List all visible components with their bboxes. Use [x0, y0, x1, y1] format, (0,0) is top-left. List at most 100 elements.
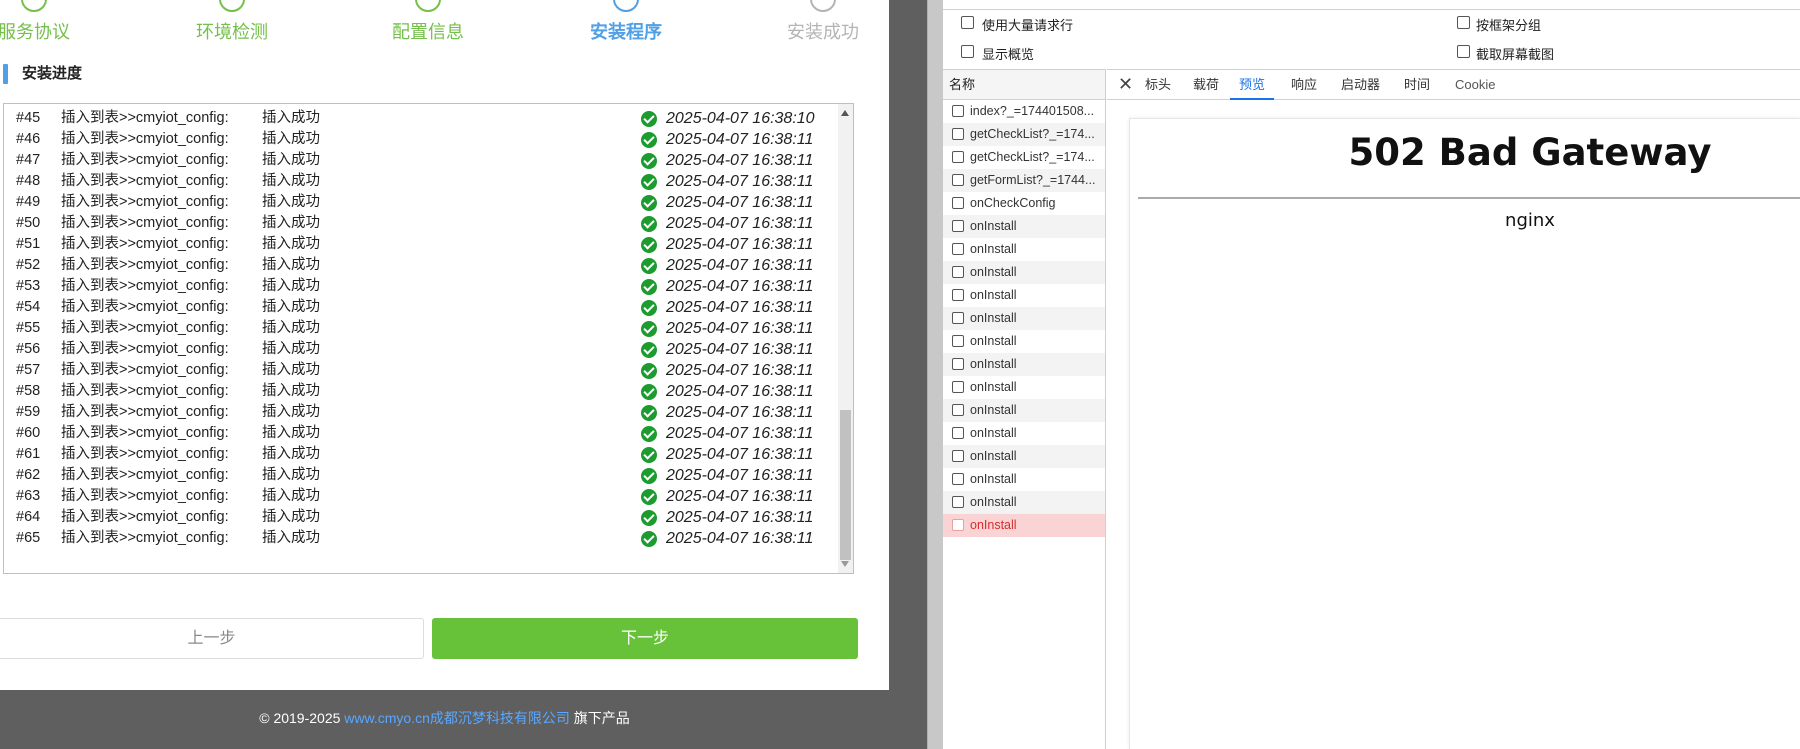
show-overview-label: 显示概览 [982, 47, 1035, 62]
group-by-frame-checkbox[interactable] [1457, 16, 1470, 29]
log-row-message: 插入到表>>cmyiot_config: [61, 110, 229, 126]
request-select-checkbox[interactable] [952, 289, 964, 301]
request-name: onInstall [970, 495, 1017, 509]
group-by-frame-label: 按框架分组 [1476, 18, 1542, 33]
log-row-status: 插入成功 [262, 215, 320, 231]
log-row-message: 插入到表>>cmyiot_config: [61, 488, 229, 504]
request-name: onInstall [970, 380, 1017, 394]
capture-screenshots-label: 截取屏幕截图 [1476, 47, 1555, 62]
request-row[interactable]: getCheckList?_=174... [943, 146, 1105, 169]
log-row: #64 插入到表>>cmyiot_config: 插入成功 2025-04-07 16… [4, 507, 834, 528]
log-row-time: 2025-04-07 16:38:11 [666, 173, 814, 190]
request-select-checkbox[interactable] [952, 197, 964, 209]
close-icon[interactable]: ✕ [1118, 74, 1133, 94]
scroll-down-arrow-icon[interactable] [841, 561, 849, 567]
log-row-time: 2025-04-07 16:38:11 [666, 194, 814, 211]
log-scrollbar[interactable] [838, 104, 853, 573]
request-row[interactable]: onInstall [943, 376, 1105, 399]
request-row[interactable]: onInstall [943, 261, 1105, 284]
success-check-icon [641, 468, 657, 484]
scroll-up-arrow-icon[interactable] [841, 110, 849, 116]
request-select-checkbox[interactable] [952, 128, 964, 140]
name-column-header[interactable]: 名称 [943, 69, 1106, 100]
log-row-number: #60 [16, 425, 41, 441]
tab-initiator[interactable]: 启动器 [1341, 70, 1380, 100]
log-row: #47 插入到表>>cmyiot_config: 插入成功 2025-04-07 16… [4, 150, 834, 171]
request-row[interactable]: onInstall [943, 514, 1105, 537]
request-row[interactable]: onCheckConfig [943, 192, 1105, 215]
devtools-network-panel: 使用大量请求行 显示概览 按框架分组 截取屏幕截图 名称 index?_=174… [943, 0, 1800, 749]
log-row-status: 插入成功 [262, 446, 320, 462]
request-list[interactable]: index?_=174401508... getCheckList?_=174..… [943, 100, 1106, 749]
log-row-status: 插入成功 [262, 362, 320, 378]
next-step-button[interactable]: 下一步 [432, 618, 858, 659]
log-row: #52 插入到表>>cmyiot_config: 插入成功 2025-04-07 16… [4, 255, 834, 276]
log-row-number: #54 [16, 299, 41, 315]
success-check-icon [641, 237, 657, 253]
log-row: #61 插入到表>>cmyiot_config: 插入成功 2025-04-07 16… [4, 444, 834, 465]
install-log[interactable]: #45 插入到表>>cmyiot_config: 插入成功 2025-04-07 16… [3, 103, 854, 574]
request-select-checkbox[interactable] [952, 427, 964, 439]
request-select-checkbox[interactable] [952, 381, 964, 393]
log-row-time: 2025-04-07 16:38:11 [666, 236, 814, 253]
request-select-checkbox[interactable] [952, 220, 964, 232]
request-select-checkbox[interactable] [952, 358, 964, 370]
request-name: onCheckConfig [970, 196, 1056, 210]
tab-preview[interactable]: 预览 [1230, 70, 1275, 100]
request-select-checkbox[interactable] [952, 519, 964, 531]
request-select-checkbox[interactable] [952, 105, 964, 117]
request-select-checkbox[interactable] [952, 404, 964, 416]
column-divider[interactable] [1105, 69, 1106, 749]
step-label: 服务协议 [0, 22, 70, 42]
log-row-time: 2025-04-07 16:38:11 [666, 215, 814, 232]
step-install-program: 安装程序 [590, 0, 662, 44]
log-row-status: 插入成功 [262, 131, 320, 147]
footer-link[interactable]: www.cmyo.cn成都沉梦科技有限公司 [344, 710, 570, 726]
request-select-checkbox[interactable] [952, 266, 964, 278]
request-row[interactable]: onInstall [943, 284, 1105, 307]
tab-cookies[interactable]: Cookie [1455, 70, 1495, 100]
prev-step-button[interactable]: 上一步 [0, 618, 424, 659]
capture-screenshots-checkbox[interactable] [1457, 45, 1470, 58]
request-row[interactable]: onInstall [943, 422, 1105, 445]
request-select-checkbox[interactable] [952, 473, 964, 485]
request-select-checkbox[interactable] [952, 243, 964, 255]
tab-payload[interactable]: 载荷 [1193, 70, 1219, 100]
request-select-checkbox[interactable] [952, 335, 964, 347]
tab-response[interactable]: 响应 [1291, 70, 1317, 100]
log-row-number: #52 [16, 257, 41, 273]
request-row[interactable]: onInstall [943, 468, 1105, 491]
large-rows-checkbox[interactable] [961, 16, 974, 29]
show-overview-checkbox[interactable] [961, 45, 974, 58]
tab-headers[interactable]: 标头 [1145, 70, 1171, 100]
log-row-number: #56 [16, 341, 41, 357]
log-row-message: 插入到表>>cmyiot_config: [61, 194, 229, 210]
log-row-number: #49 [16, 194, 41, 210]
request-row[interactable]: getFormList?_=1744... [943, 169, 1105, 192]
request-select-checkbox[interactable] [952, 151, 964, 163]
request-row[interactable]: index?_=174401508... [943, 100, 1105, 123]
request-row[interactable]: onInstall [943, 491, 1105, 514]
success-check-icon [641, 447, 657, 463]
request-row[interactable]: onInstall [943, 307, 1105, 330]
request-select-checkbox[interactable] [952, 312, 964, 324]
request-select-checkbox[interactable] [952, 496, 964, 508]
request-row[interactable]: onInstall [943, 399, 1105, 422]
tab-timing[interactable]: 时间 [1404, 70, 1430, 100]
request-row[interactable]: onInstall [943, 215, 1105, 238]
log-row-status: 插入成功 [262, 488, 320, 504]
log-row-status: 插入成功 [262, 383, 320, 399]
window-splitter[interactable] [927, 0, 943, 749]
success-check-icon [641, 132, 657, 148]
request-select-checkbox[interactable] [952, 174, 964, 186]
request-select-checkbox[interactable] [952, 450, 964, 462]
request-row[interactable]: onInstall [943, 330, 1105, 353]
log-row-message: 插入到表>>cmyiot_config: [61, 404, 229, 420]
scrollbar-thumb[interactable] [840, 410, 851, 560]
request-row[interactable]: getCheckList?_=174... [943, 123, 1105, 146]
installer-backdrop: 服务协议 环境检测 配置信息 安装程序 安装成功 安装进度 #45 插入到表>>c… [0, 0, 927, 749]
request-row[interactable]: onInstall [943, 353, 1105, 376]
request-row[interactable]: onInstall [943, 445, 1105, 468]
step-environment-check: 环境检测 [196, 0, 268, 44]
request-row[interactable]: onInstall [943, 238, 1105, 261]
